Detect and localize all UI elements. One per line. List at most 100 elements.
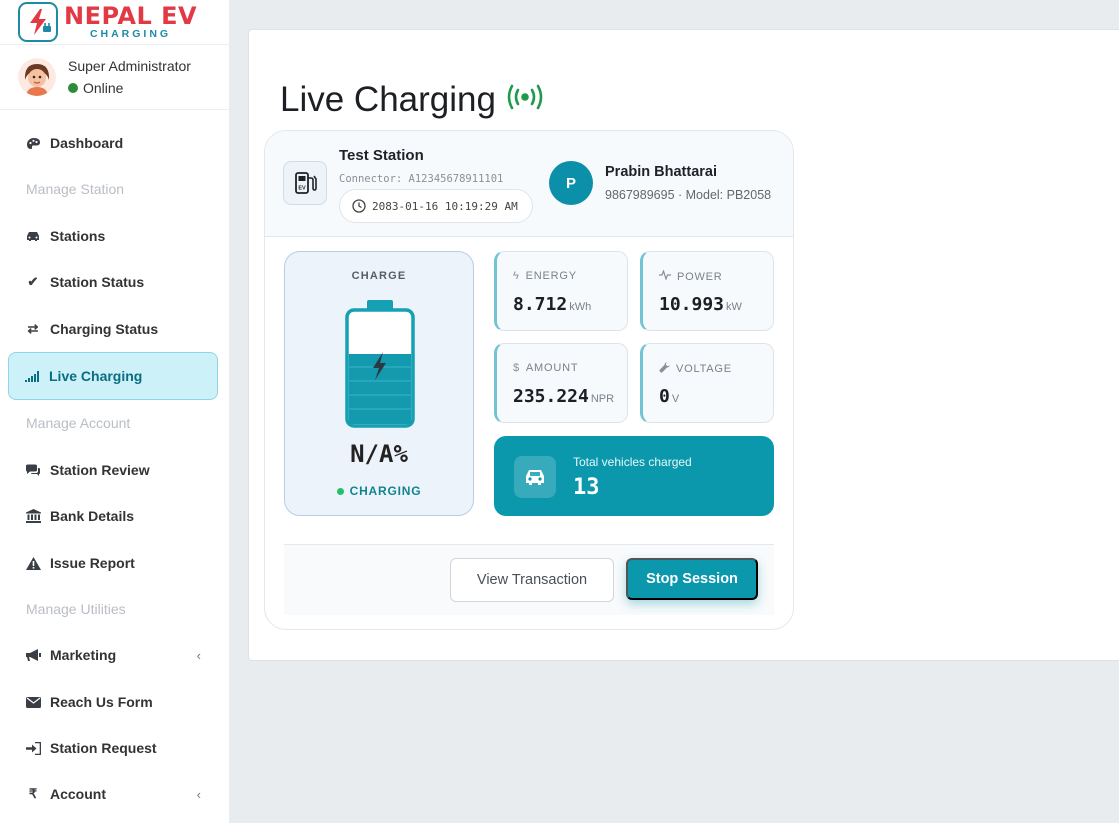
page-title-text: Live Charging [280, 80, 496, 119]
user-status-label: Online [83, 80, 124, 96]
metric-value: 0 [659, 386, 670, 407]
customer-avatar: P [549, 161, 593, 205]
signal-icon [23, 370, 41, 382]
dollar-icon: $ [513, 362, 520, 374]
session-datetime-text: 2083-01-16 10:19:29 AM [372, 199, 518, 213]
sidebar-item-label: Issue Report [50, 555, 135, 571]
sidebar-item-dashboard[interactable]: Dashboard [0, 120, 229, 166]
sidebar-item-bank-details[interactable]: Bank Details [0, 493, 229, 539]
charge-level-box: CHARGE N/A% CHARGING [284, 251, 474, 516]
vehicles-value: 13 [573, 475, 600, 500]
station-name: Test Station [339, 147, 424, 164]
chevron-left-icon: ‹ [196, 647, 201, 663]
live-broadcast-icon [506, 80, 544, 120]
envelope-icon [24, 696, 42, 708]
exchange-icon: ⇄ [27, 321, 39, 336]
metric-value: 10.993 [659, 294, 725, 315]
sidebar-item-station-status[interactable]: ✔ Station Status [0, 259, 229, 305]
palette-icon [24, 137, 42, 150]
session-header: EV Test Station Connector: A123456789111… [265, 131, 793, 237]
metric-value: 235.224 [513, 386, 589, 407]
total-vehicles-card: Total vehicles charged 13 [494, 436, 774, 516]
comments-icon [24, 464, 42, 477]
charge-label: CHARGE [351, 270, 407, 282]
metric-label: VOLTAGE [676, 363, 732, 375]
view-transaction-button[interactable]: View Transaction [450, 558, 614, 602]
stop-session-button[interactable]: Stop Session [626, 558, 758, 600]
sidebar-item-label: Station Request [50, 740, 157, 756]
sidebar-item-label: Bank Details [50, 508, 135, 524]
sidebar-item-label: Reach Us Form [50, 694, 153, 710]
sidebar-item-issue-report[interactable]: Issue Report [0, 540, 229, 586]
bolt-icon: ϟ [513, 270, 520, 282]
page-title: Live Charging [280, 80, 544, 120]
sidebar-item-label: Station Review [50, 462, 150, 478]
sidebar-item-account[interactable]: ₹ Account ‹ [0, 771, 229, 817]
sidebar-item-station-request[interactable]: Station Request [0, 725, 229, 771]
sidebar-item-label: Marketing [50, 647, 117, 663]
rupee-icon: ₹ [28, 786, 38, 801]
metric-voltage: VOLTAGE 0V [640, 343, 774, 423]
bank-icon [24, 509, 42, 523]
sidebar-item-label: Account [50, 786, 106, 802]
charging-session-card: EV Test Station Connector: A123456789111… [264, 130, 794, 630]
sidebar-item-stations[interactable]: Stations [0, 213, 229, 259]
sidebar-item-marketing[interactable]: Marketing ‹ [0, 632, 229, 678]
metric-unit: V [671, 393, 680, 405]
car-icon [24, 230, 42, 242]
sign-in-icon [24, 741, 42, 755]
metric-value: 8.712 [513, 294, 568, 315]
brand-title: NEPAL EV [64, 2, 198, 31]
metric-unit: kWh [569, 301, 592, 313]
session-datetime: 2083-01-16 10:19:29 AM [339, 189, 533, 223]
customer-name: Prabin Bhattarai [605, 164, 717, 180]
sidebar-item-label: Station Status [50, 274, 145, 290]
sidebar-item-label: Charging Status [50, 321, 159, 337]
user-panel: Super Administrator Online [0, 44, 229, 110]
charge-state-text: CHARGING [349, 484, 422, 498]
metric-label: AMOUNT [525, 362, 579, 374]
svg-text:EV: EV [298, 186, 306, 192]
warning-icon [24, 556, 42, 570]
user-name: Super Administrator [68, 58, 191, 74]
metric-unit: kW [726, 301, 742, 313]
sidebar-item-station-review[interactable]: Station Review [0, 447, 229, 493]
sidebar-item-label: Dashboard [50, 135, 124, 151]
wrench-icon [659, 362, 670, 376]
sidebar-item-live-charging[interactable]: Live Charging [8, 352, 218, 400]
sidebar-item-label: Live Charging [49, 368, 143, 384]
metric-energy: ϟ ENERGY 8.712 kWh [494, 251, 628, 331]
metric-power: POWER 10.993 kW [640, 251, 774, 331]
metric-label: ENERGY [525, 270, 577, 282]
pulse-icon [659, 269, 671, 283]
sidebar: NEPAL EV CHARGING Super Administrator On… [0, 0, 229, 823]
connector-id: Connector: A12345678911101 [339, 173, 504, 185]
battery-icon [345, 298, 415, 433]
charge-percentage: N/A% [350, 440, 408, 468]
nav-section-header: Manage Station [26, 181, 125, 197]
nav-section-header: Manage Utilities [26, 601, 126, 617]
charge-state: CHARGING [285, 484, 473, 498]
brand-subtitle: CHARGING [89, 28, 172, 41]
bullhorn-icon [24, 648, 42, 662]
metric-unit: NPR [590, 393, 615, 405]
clock-icon [352, 199, 366, 213]
vehicles-label: Total vehicles charged [573, 455, 692, 469]
nav-section-header: Manage Account [26, 415, 131, 431]
metric-label: POWER [677, 270, 723, 283]
check-icon: ✔ [27, 274, 39, 289]
online-status-dot [68, 83, 78, 93]
ev-station-icon: EV [283, 161, 327, 205]
sidebar-item-label: Stations [50, 228, 106, 244]
sidebar-item-reach-us-form[interactable]: Reach Us Form [0, 679, 229, 725]
metric-amount: $ AMOUNT 235.224 NPR [494, 343, 628, 423]
chevron-left-icon: ‹ [196, 786, 201, 802]
avatar [18, 58, 56, 96]
ev-plug-icon [18, 2, 58, 42]
car-icon [514, 456, 556, 498]
charging-status-dot [336, 487, 344, 495]
customer-meta: 9867989695 · Model: PB2058 [605, 188, 772, 202]
sidebar-item-charging-status[interactable]: ⇄ Charging Status [0, 306, 229, 352]
user-status: Online [68, 80, 191, 96]
brand-logo[interactable]: NEPAL EV CHARGING [0, 0, 229, 44]
